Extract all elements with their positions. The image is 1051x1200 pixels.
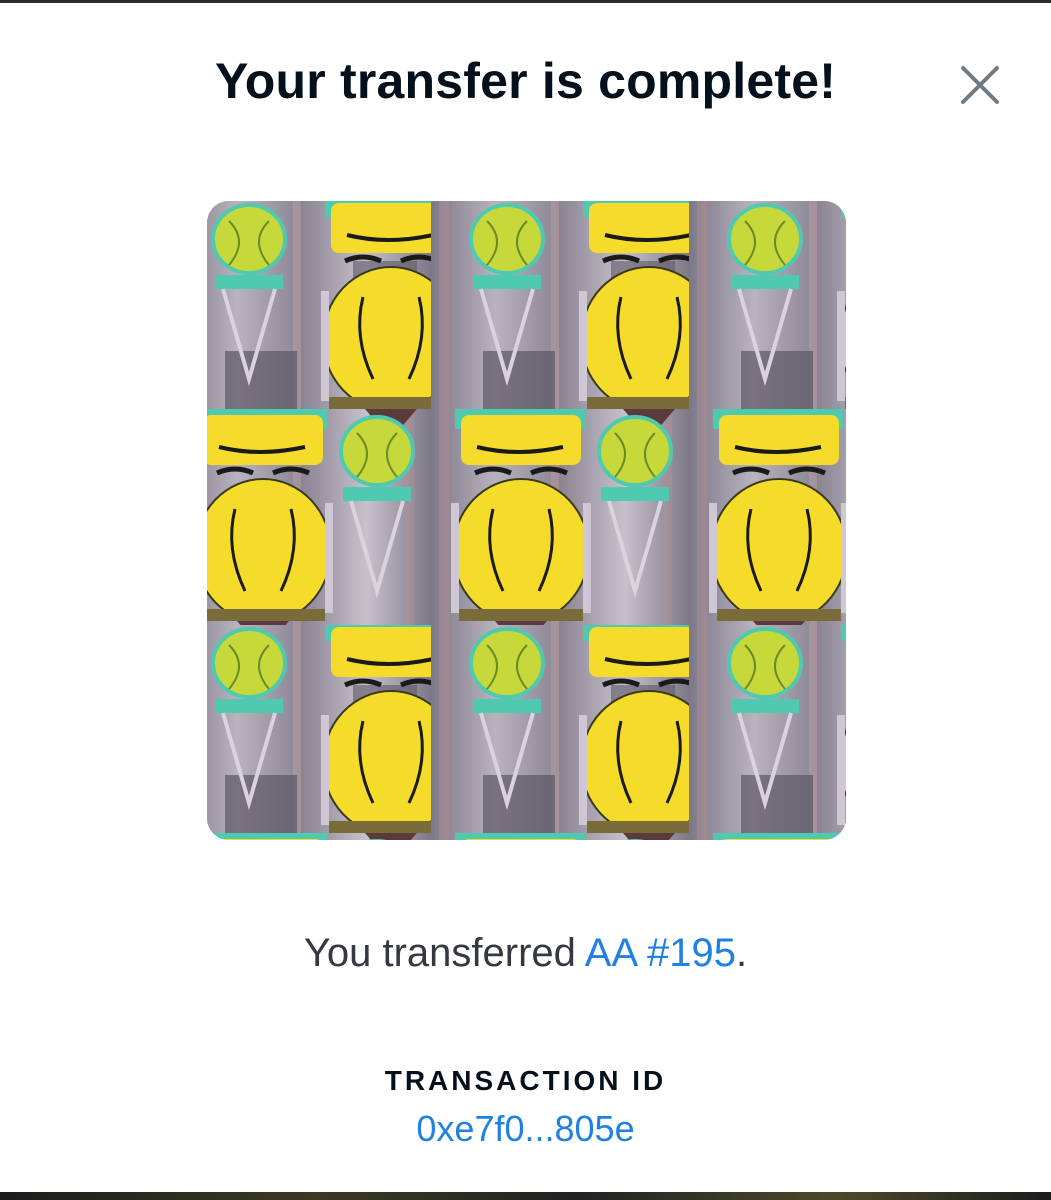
item-link[interactable]: AA #195: [585, 931, 736, 975]
message-prefix: You transferred: [303, 931, 585, 975]
transaction-id-link[interactable]: 0xe7f0...805e: [416, 1108, 634, 1149]
nft-image: [207, 201, 846, 840]
close-button[interactable]: [952, 57, 1008, 113]
transaction-id-label: TRANSACTION ID: [384, 1065, 667, 1096]
nft-artwork-image: [207, 201, 846, 840]
background-page-edge: [0, 1192, 1051, 1200]
transfer-complete-modal: Your transfer is complete! You transferr…: [0, 3, 1051, 1192]
message-suffix: .: [736, 931, 748, 975]
close-icon: [961, 66, 999, 104]
modal-title: Your transfer is complete!: [214, 53, 837, 109]
transaction-id-value: 0xe7f0...805e: [0, 1107, 1051, 1151]
transfer-message: You transferred AA #195.: [0, 925, 1051, 981]
